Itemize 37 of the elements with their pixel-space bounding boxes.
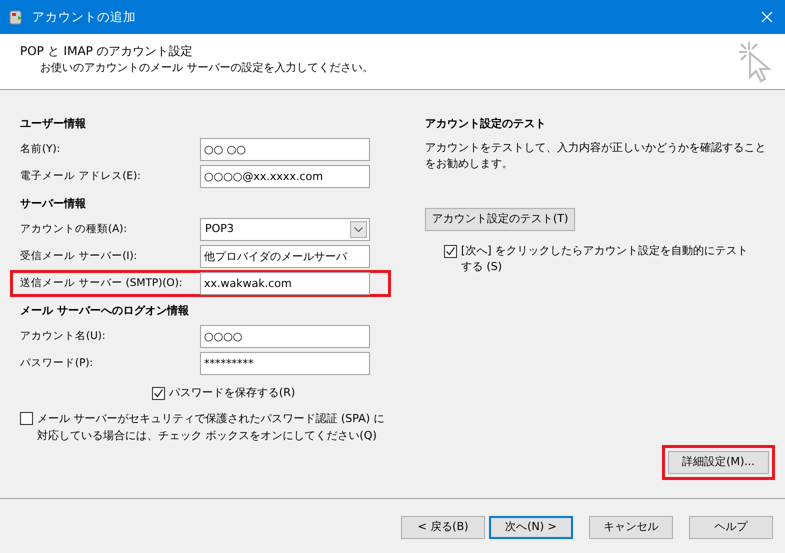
spa-label: メール サーバーがセキュリティで保護されたパスワード認証 (SPA) に対応している場合には、チェック ボックスをオンにしてください(Q) [37, 411, 385, 444]
auto-test-label: [次へ] をクリックしたらアカウント設定を自動的にテストする (S) [461, 243, 750, 275]
section-heading: アカウント設定のテスト [425, 116, 547, 132]
app-icon [8, 9, 24, 25]
field-label: 受信メール サーバー(I): [20, 248, 138, 264]
input-field[interactable]: ○○○○@xx.xxxx.com [200, 165, 370, 188]
input-field[interactable]: 他プロバイダのメールサーバ [200, 245, 370, 268]
field-label: アカウントの種類(A): [20, 222, 128, 237]
auto-test-checkbox[interactable] [444, 245, 457, 258]
dialog-button[interactable]: < 戻る(B) [401, 516, 485, 539]
section-heading: サーバー情報 [20, 196, 87, 212]
field-label: 名前(Y): [20, 142, 62, 157]
section-heading: ユーザー情報 [20, 116, 87, 132]
field-label: 電子メール アドレス(E): [20, 168, 142, 184]
input-field[interactable]: ○○ ○○ [200, 138, 370, 161]
test-description: アカウントをテストして、入力内容が正しいかどうかを確認することをお勧めします。 [425, 140, 767, 172]
test-account-button[interactable]: アカウント設定のテスト(T) [425, 208, 576, 231]
field-label: パスワード(P): [20, 356, 94, 371]
chevron-down-icon [354, 226, 363, 232]
spa-checkbox[interactable] [20, 412, 33, 425]
save-password-checkbox[interactable] [152, 386, 165, 400]
dialog-button[interactable]: キャンセル [589, 516, 673, 539]
page-heading: POP と IMAP のアカウント設定 [20, 43, 194, 60]
close-icon[interactable] [761, 11, 773, 23]
input-field[interactable]: xx.wakwak.com [200, 272, 370, 295]
field-label: アカウント名(U): [20, 328, 106, 344]
field-label: 送信メール サーバー (SMTP)(O): [20, 276, 184, 291]
save-password-label: パスワードを保存する(R) [169, 384, 296, 401]
input-field[interactable]: ○○○○ [200, 325, 370, 348]
dialog-button[interactable]: ヘルプ [689, 516, 773, 539]
page-subtitle: お使いのアカウントのメール サーバーの設定を入力してください。 [39, 60, 374, 76]
advanced-settings-button[interactable]: 詳細設定(M)... [668, 451, 769, 474]
window-title: アカウントの追加 [32, 8, 136, 26]
dialog-button[interactable]: 次へ(N) > [489, 516, 573, 539]
section-heading: メール サーバーへのログオン情報 [20, 302, 190, 319]
input-field[interactable]: ********* [200, 352, 370, 375]
account-type-dropdown[interactable]: POP3 [200, 218, 370, 241]
